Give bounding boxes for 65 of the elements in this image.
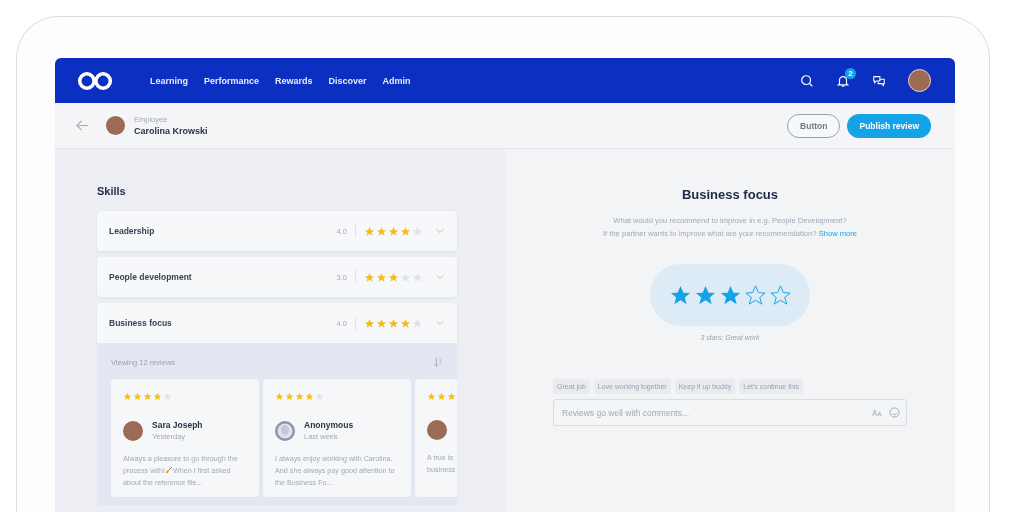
comment-input-field[interactable]: Reviews go well with comments... (560, 406, 866, 419)
star-icon (376, 317, 387, 329)
nav-link[interactable]: Discover (328, 75, 367, 86)
star-icon (427, 392, 436, 401)
star-icon[interactable] (743, 283, 767, 307)
nav-link[interactable]: Performance (204, 75, 260, 86)
comment-box[interactable]: Reviews go well with comments... (553, 399, 907, 426)
star-icon (376, 225, 387, 237)
user-avatar[interactable] (908, 69, 931, 92)
star-icon (364, 271, 375, 283)
star-icon (388, 271, 399, 283)
star-icon (447, 392, 456, 401)
chevron-down-icon[interactable] (435, 226, 445, 236)
chat-bubbles-icon[interactable] (872, 73, 886, 88)
sort-icon[interactable] (433, 357, 443, 367)
star-icon (305, 392, 314, 401)
star-icon (412, 317, 423, 329)
nav-link[interactable]: Rewards (275, 75, 313, 86)
star-icon (412, 271, 423, 283)
star-icon (133, 392, 142, 401)
infinity-logo-icon[interactable] (77, 70, 113, 91)
star-icon (364, 225, 375, 237)
search-icon[interactable] (800, 73, 814, 88)
star-icon (388, 317, 399, 329)
skill-title: Business focus (681, 187, 779, 202)
skill-name: Business focus (109, 318, 173, 328)
section-title: Skills (97, 185, 127, 197)
chevron-down-icon[interactable] (435, 272, 445, 282)
star-icon[interactable] (693, 283, 717, 307)
employee-avatar (106, 116, 125, 135)
notification-bell-icon[interactable] (836, 73, 850, 88)
star-icon (376, 271, 387, 283)
star-icon (400, 271, 411, 283)
nav-link[interactable]: Learning (150, 75, 188, 86)
guitar-icon (164, 466, 173, 474)
star-icon[interactable] (668, 283, 692, 307)
reviewer-name: Anonymous (304, 420, 354, 430)
reviewer-avatar (427, 420, 447, 440)
star-icon (388, 225, 399, 237)
reviewer-name: Sara Joseph (152, 420, 203, 430)
skill-name: People development (109, 272, 193, 282)
star-icon (437, 392, 446, 401)
secondary-button[interactable]: Button (787, 113, 841, 138)
star-icon (275, 392, 284, 401)
star-icon[interactable] (718, 283, 742, 307)
star-icon (400, 225, 411, 237)
notification-badge: 2 (845, 67, 856, 79)
star-icon (400, 317, 411, 329)
employee-name: Carolina Krowski (134, 126, 208, 136)
anonymous-avatar-icon (275, 420, 295, 441)
nav-link[interactable]: Admin (382, 75, 411, 86)
reviewer-avatar (123, 420, 143, 441)
star-icon (123, 392, 132, 401)
star-icon (285, 392, 294, 401)
text-format-icon[interactable] (872, 407, 883, 418)
emoji-icon[interactable] (889, 407, 900, 418)
star-icon (412, 225, 423, 237)
star-icon (143, 392, 152, 401)
star-icon (364, 317, 375, 329)
back-arrow-icon[interactable] (75, 118, 90, 133)
star-icon (295, 392, 304, 401)
star-icon (153, 392, 162, 401)
chevron-down-icon[interactable] (435, 318, 445, 328)
skill-name: Leadership (109, 226, 156, 236)
star-icon[interactable] (768, 283, 792, 307)
